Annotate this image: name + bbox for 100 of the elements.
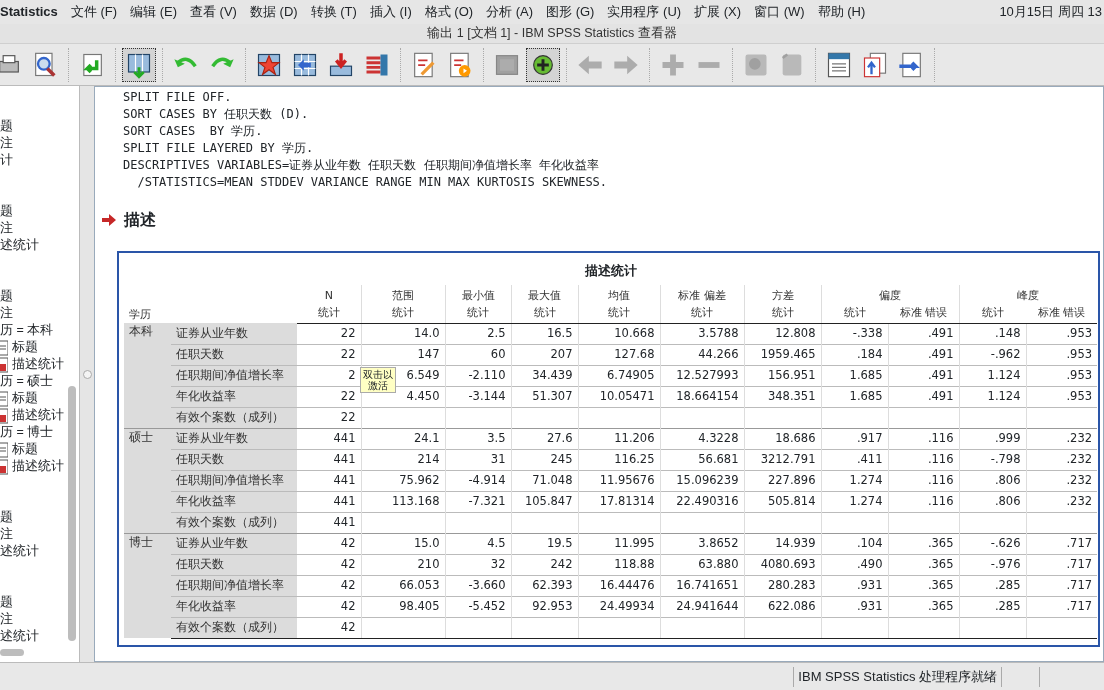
outline-item[interactable]: 题 (0, 509, 13, 526)
table-cell: 42 (340, 598, 356, 613)
menu-item[interactable]: 帮助 (H) (817, 2, 866, 22)
table-cell: 4.5 (487, 535, 506, 550)
menu-item[interactable]: 插入 (I) (369, 2, 412, 22)
column-header: 统计 (317, 306, 340, 319)
table-cell: 14.0 (413, 325, 440, 340)
outline-item[interactable]: 注 (0, 220, 13, 237)
table-cell: -.338 (852, 325, 883, 340)
table-cell: 24.49934 (599, 598, 655, 613)
outline-item[interactable]: 题 (0, 594, 13, 611)
menu-item[interactable]: 分析 (A) (486, 2, 534, 22)
table-cell: .999 (994, 430, 1021, 445)
table-cell: 11.995 (614, 535, 655, 550)
column-header: 均值 (608, 288, 630, 302)
outline-item[interactable]: 述统计 (0, 237, 39, 254)
outline-item[interactable]: 题 (0, 288, 13, 305)
table-cell: .232 (1066, 472, 1093, 487)
row-label: 任职期间净值增长率 (176, 472, 284, 487)
column-header: 学历 (129, 307, 151, 321)
scrollbar-thumb[interactable] (68, 386, 76, 641)
table-cell: 280.283 (767, 577, 816, 592)
table-cell: 156.951 (767, 367, 816, 382)
table-cell: 1.124 (987, 388, 1021, 403)
scrollbar-thumb[interactable] (0, 649, 24, 656)
table-cell: 127.68 (614, 346, 655, 361)
table-cell: 118.88 (614, 556, 655, 571)
outline-item[interactable]: 注 (0, 305, 13, 322)
table-cell: 10.668 (614, 325, 655, 340)
column-header: 标准 错误 (899, 306, 947, 319)
table-cell: .285 (994, 598, 1021, 613)
outline-item[interactable]: 标题 (12, 339, 38, 356)
menu-item[interactable]: 编辑 (E) (130, 2, 177, 22)
table-cell: 16.741651 (676, 577, 739, 592)
outline-item[interactable]: 注 (0, 135, 13, 152)
row-label: 任职期间净值增长率 (176, 577, 284, 592)
outline-item[interactable]: 题 (0, 118, 13, 135)
table-cell: 10.05471 (599, 388, 655, 403)
table-cell: .717 (1066, 556, 1093, 571)
table-cell: 42 (340, 556, 356, 571)
column-header: 统计 (843, 306, 866, 319)
table-cell: .116 (927, 493, 954, 508)
table-cell: 12.527993 (676, 367, 739, 382)
app-menu[interactable]: Statistics (0, 2, 58, 22)
menu-item[interactable]: 图形 (G) (546, 2, 595, 22)
menu-item[interactable]: 窗口 (W) (754, 2, 805, 22)
menu-item[interactable]: 扩展 (X) (694, 2, 742, 22)
table-cell: 42 (340, 619, 356, 634)
table-cell: -.626 (990, 535, 1021, 550)
table-cell: 4.3228 (698, 430, 739, 445)
tooltip: 双击以 激活 (359, 366, 396, 393)
outline-item[interactable]: 历 = 硕士 (0, 373, 54, 390)
table-cell: .116 (927, 430, 954, 445)
row-label: 证券从业年数 (176, 325, 248, 340)
outline-item[interactable]: 历 = 本科 (0, 322, 54, 339)
syntax-line: DESCRIPTIVES VARIABLES=证券从业年数 任职天数 任职期间净值增长率 年化收益率 (123, 157, 600, 174)
outline-item[interactable]: 述统计 (0, 543, 39, 560)
outline-item[interactable]: 注 (0, 526, 13, 543)
menu-item[interactable]: 文件 (F) (70, 2, 118, 22)
outline-item[interactable]: 描述统计 (12, 356, 64, 373)
outline-item[interactable]: 描述统计 (12, 458, 64, 475)
table-cell: 207 (550, 346, 573, 361)
outline-item[interactable]: 题 (0, 203, 13, 220)
table-cell: 2.5 (487, 325, 506, 340)
menu-item[interactable]: 转换 (T) (310, 2, 357, 22)
column-header: 统计 (691, 306, 713, 319)
table-cell: .491 (927, 346, 954, 361)
row-group-label: 博士 (129, 534, 153, 549)
table-cell: .148 (994, 325, 1021, 340)
outline-item[interactable]: 标题 (12, 441, 38, 458)
outline-item[interactable]: 标题 (12, 390, 38, 407)
table-cell: .116 (927, 451, 954, 466)
table-cell: 441 (333, 514, 356, 529)
menu-item[interactable]: 实用程序 (U) (607, 2, 682, 22)
menu-item[interactable]: 数据 (D) (249, 2, 298, 22)
row-label: 年化收益率 (176, 598, 236, 613)
table-cell: 51.307 (532, 388, 573, 403)
menu-item[interactable]: 格式 (O) (424, 2, 474, 22)
table-cell: .365 (927, 556, 954, 571)
column-header: 统计 (981, 306, 1004, 319)
table-cell: .232 (1066, 430, 1093, 445)
outline-item[interactable]: 历 = 博士 (0, 424, 54, 441)
download-icon[interactable] (327, 50, 355, 79)
table-cell: 214 (417, 451, 440, 466)
splitter-handle[interactable] (82, 369, 92, 379)
table-cell: -.976 (990, 556, 1021, 571)
table-frame[interactable] (117, 251, 1100, 647)
outline-item[interactable]: 计 (0, 152, 13, 169)
table-cell: .717 (1066, 535, 1093, 550)
outline-item[interactable]: 述统计 (0, 628, 39, 645)
menu-item[interactable]: 查看 (V) (190, 2, 237, 22)
table-cell: 113.168 (391, 493, 440, 508)
outline-item[interactable]: 描述统计 (12, 407, 64, 424)
upload-icon[interactable] (861, 50, 889, 79)
outline-item[interactable]: 注 (0, 611, 13, 628)
table-cell: 18.664154 (676, 388, 739, 403)
table-cell: 22 (340, 409, 356, 424)
row-label: 年化收益率 (176, 493, 236, 508)
clock: 10月15日 周四 13 (999, 3, 1102, 22)
column-header: 最大值 (528, 288, 561, 302)
